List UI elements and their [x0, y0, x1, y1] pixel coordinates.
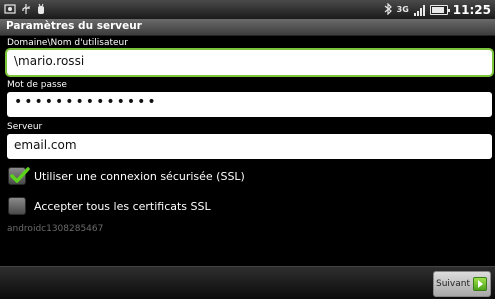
account-id-text: androidc1308285467 [7, 224, 104, 234]
ssl-checkbox-label: Utiliser une connexion sécurisée (SSL) [34, 169, 245, 183]
ssl-option[interactable]: Utiliser une connexion sécurisée (SSL) [8, 167, 245, 185]
arrow-right-icon [473, 277, 487, 291]
title-bar: Paramètres du serveur [0, 19, 495, 36]
debug-icon [36, 3, 46, 17]
photo-notification-icon [4, 3, 16, 17]
bottom-bar: Suivant [0, 266, 495, 299]
server-field[interactable]: email.com [7, 134, 492, 159]
ssl-checkbox[interactable] [8, 167, 30, 185]
accept-certificates-option[interactable]: Accepter tous les certificats SSL [8, 197, 211, 215]
status-right-icons: 3G 11:25 [384, 2, 491, 17]
password-field[interactable]: •••••••••••••• [7, 92, 492, 117]
password-label: Mot de passe [7, 80, 67, 90]
signal-icon [413, 4, 425, 16]
next-button[interactable]: Suivant [433, 271, 491, 297]
battery-icon [429, 4, 450, 15]
3g-icon: 3G [396, 4, 409, 14]
usb-icon [21, 3, 31, 17]
username-field[interactable]: \mario.rossi [7, 50, 492, 75]
server-label: Serveur [7, 122, 43, 132]
checkmark-icon [10, 167, 30, 183]
accept-certificates-label: Accepter tous les certificats SSL [34, 199, 211, 213]
status-left-icons [4, 3, 46, 17]
status-bar: 3G 11:25 [0, 0, 495, 19]
page-title: Paramètres du serveur [6, 20, 142, 32]
bluetooth-icon [384, 2, 392, 17]
username-label: Domaine\Nom d'utilisateur [7, 38, 128, 48]
accept-certificates-checkbox[interactable] [8, 197, 26, 215]
status-clock: 11:25 [452, 2, 491, 17]
next-button-label: Suivant [436, 279, 470, 289]
